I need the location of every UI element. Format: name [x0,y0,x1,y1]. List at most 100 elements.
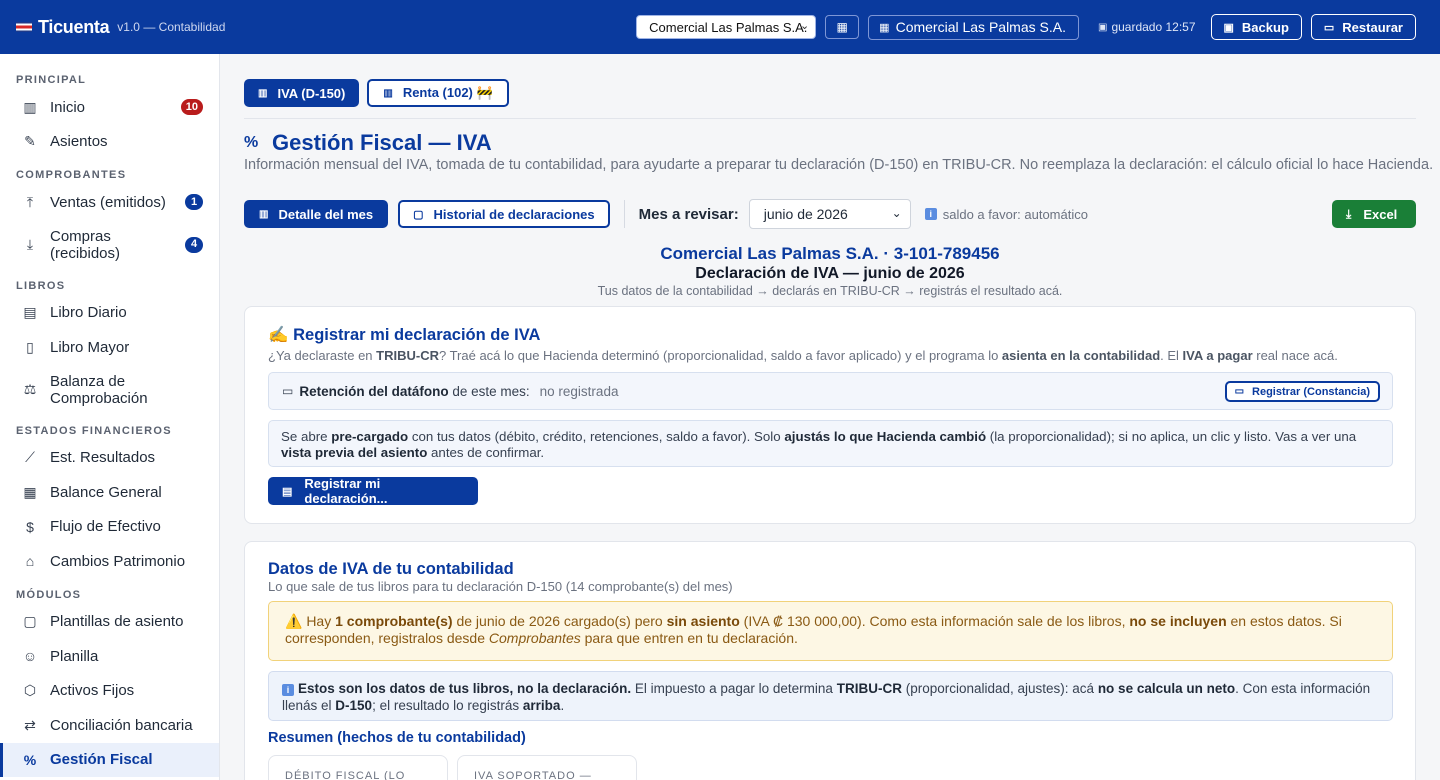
save-status: ▣ guardado 12:57 [1098,20,1196,34]
sidebar-item-asientos[interactable]: ✎ Asientos [0,125,219,160]
stat-card-soportado: IVA SOPORTADO — [457,755,637,780]
building-icon: ▦ [879,21,890,34]
bar-chart-icon: ▥ [23,98,37,115]
sidebar-item-ventas[interactable]: ⤒ Ventas (emitidos) 1 [0,185,219,220]
sidebar-item-conciliacion[interactable]: ⇄ Conciliación bancaria [0,708,219,743]
precharge-info: Se abre pre-cargado con tus datos (débit… [268,420,1393,467]
book-open-icon: ▯ [26,338,34,355]
company-settings-button[interactable]: ▦ [825,15,860,39]
retention-value: no registrada [539,383,619,399]
tab-renta[interactable]: ▥ Renta (102) 🚧 [367,79,509,107]
tab-iva[interactable]: ▥ IVA (D-150) [244,79,360,107]
percent-icon: % [23,751,37,768]
app-version: v1.0 — Contabilidad [117,20,226,34]
sidebar-item-label: Balanza de Comprobación [50,372,148,407]
register-constancia-button[interactable]: ▭ Registrar (Constancia) [1224,381,1380,402]
bar-chart-icon: ▥ [259,208,269,220]
sidebar-item-planilla[interactable]: ☺ Planilla [0,639,219,674]
sidebar-item-label: Libro Diario [50,304,127,322]
download-icon: ⤓ [1346,206,1352,221]
document-icon: ▤ [282,485,293,498]
page-title: % Gestión Fiscal — IVA [244,130,492,156]
month-detail-button[interactable]: ▥ Detalle del mes [244,200,389,228]
sidebar-section-modulos: MÓDULOS [16,588,82,601]
month-select-value: junio de 2026 [763,206,848,222]
sidebar-item-label: Balance General [50,483,162,501]
divider [623,200,625,228]
sidebar-item-label: Gestión Fiscal [50,751,153,769]
card-icon: ▭ [1234,386,1245,397]
costa-rica-flag-icon [16,22,32,32]
company-select-value: Comercial Las Palmas S.A. [649,19,808,35]
users-icon: ☺ [22,648,38,665]
main-content: ▥ IVA (D-150) ▥ Renta (102) 🚧 % Gestión … [220,54,1440,780]
sidebar-item-cambios[interactable]: ⌂ Cambios Patrimonio [0,544,219,579]
balance-hint-text: saldo a favor: automático [942,206,1088,222]
sidebar-section-principal: PRINCIPAL [16,74,87,86]
register-declaration-button[interactable]: ▤ Registrar mi declaración... [268,476,478,506]
brand[interactable]: Ticuenta v1.0 — Contabilidad [16,17,225,38]
sidebar-item-label: Flujo de Efectivo [50,518,161,536]
restore-button[interactable]: ▭ Restaurar [1310,14,1416,40]
sidebar-item-flujo[interactable]: $ Flujo de Efectivo [0,510,219,545]
balance-hint: i saldo a favor: automático [924,206,1088,222]
stat-card-debito: DÉBITO FISCAL (LO QUE [268,755,448,780]
chevron-down-icon: ⌄ [891,206,902,220]
month-label: Mes a revisar: [638,205,739,223]
excel-export-button[interactable]: ⤓ Excel [1332,200,1416,228]
sidebar-item-label: Cambios Patrimonio [50,552,186,570]
toolbar: ▥ Detalle del mes ▢ Historial de declara… [244,198,1416,230]
month-select[interactable]: junio de 2026 ⌄ [748,199,911,229]
count-badge: 4 [185,236,203,253]
restore-label: Restaurar [1342,19,1403,35]
folder-icon: ▭ [1323,21,1335,34]
upload-icon: ⤒ [26,193,34,210]
sidebar-item-plantillas[interactable]: ▢ Plantillas de asiento [0,605,219,640]
sidebar-item-compras[interactable]: ⤓ Compras (recibidos) 4 [0,220,219,270]
iva-data-card: Datos de IVA de tu contabilidad Lo que s… [244,541,1416,780]
sidebar-item-diario[interactable]: ▤ Libro Diario [0,296,219,331]
divider [244,118,1416,119]
company-id: Comercial Las Palmas S.A. · 3-101-789456 [660,244,1000,263]
sidebar-item-activos[interactable]: ⬡ Activos Fijos [0,674,219,709]
info-icon: i [924,208,937,220]
register-card-title: ✍️ Registrar mi declaración de IVA [268,326,541,344]
summary-heading: Resumen (hechos de tu contabilidad) [268,730,526,746]
save-icon: ▣ [1223,21,1234,34]
card-icon: ▭ [282,384,294,398]
tab-label: Renta (102) 🚧 [402,85,493,100]
sidebar-section-comprobantes: COMPROBANTES [16,169,127,181]
sidebar-item-label: Ventas (emitidos) [50,193,166,211]
history-button[interactable]: ▢ Historial de declaraciones [398,200,610,228]
box-icon: ⬡ [23,682,37,699]
clipboard-icon: ▢ [413,208,424,221]
sidebar-section-libros: LIBROS [16,279,66,292]
company-chip[interactable]: ▦ Comercial Las Palmas S.A. [868,14,1079,40]
brand-name: Ticuenta [38,16,110,37]
sidebar-item-label: Asientos [50,133,108,151]
backup-button[interactable]: ▣ Backup [1210,14,1302,40]
clipboard-icon: ▢ [23,613,37,630]
books-info-note: i Estos son los datos de tus libros, no l… [268,671,1393,721]
sidebar-item-resultados[interactable]: ⟋ Est. Resultados [0,441,219,476]
stat-label: DÉBITO FISCAL (LO QUE [285,770,406,780]
backup-label: Backup [1241,19,1289,35]
sidebar-item-mayor[interactable]: ▯ Libro Mayor [0,330,219,365]
top-bar: Ticuenta v1.0 — Contabilidad Comercial L… [0,0,1440,54]
sidebar-item-balance[interactable]: ▦ Balance General [0,475,219,510]
retention-box: ▭ Retención del datáfono de este mes: no… [268,372,1393,410]
scale-icon: ⚖ [23,381,37,397]
iva-data-desc: Lo que sale de tus libros para tu declar… [268,579,733,594]
month-detail-label: Detalle del mes [278,206,374,222]
building-icon: ▦ [836,20,848,34]
disk-icon: ▣ [1097,21,1108,33]
notification-badge: 10 [180,99,203,116]
sidebar-item-inicio[interactable]: ▥ Inicio 10 [0,90,219,125]
page-subtitle: Información mensual del IVA, tomada de t… [244,157,1434,173]
bar-chart-icon: ▥ [383,87,393,99]
sidebar-item-balanza[interactable]: ⚖ Balanza de Comprobación [0,365,219,415]
fiscal-tabs: ▥ IVA (D-150) ▥ Renta (102) 🚧 [244,79,509,107]
bar-chart-icon: ▥ [258,87,268,99]
company-select[interactable]: Comercial Las Palmas S.A. ⌄ [636,15,817,39]
sidebar-item-fiscal[interactable]: % Gestión Fiscal [0,742,219,777]
